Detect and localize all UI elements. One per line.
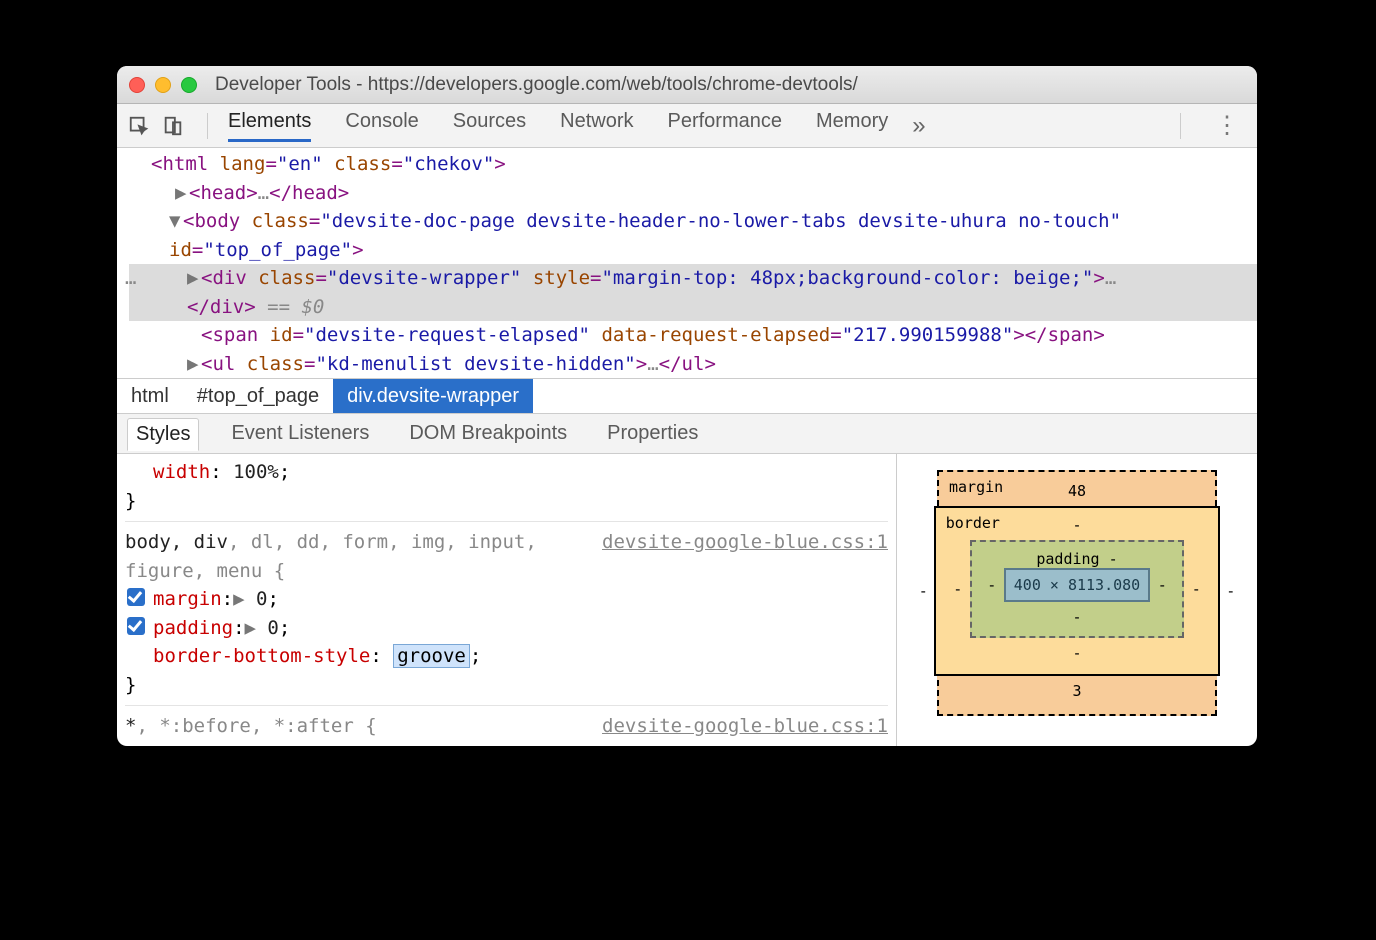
css-value-input[interactable]: groove [393,644,470,668]
dom-tree[interactable]: <html lang="en" class="chekov"> ▶<head>…… [117,148,1257,378]
tab-network[interactable]: Network [560,110,633,142]
devtools-window: Developer Tools - https://developers.goo… [117,66,1257,746]
tab-performance[interactable]: Performance [668,110,783,142]
border-left-value[interactable]: - [952,580,964,598]
dom-node-ul[interactable]: ▶<ul class="kd-menulist devsite-hidden">… [129,350,1257,379]
close-icon[interactable] [129,77,145,93]
breadcrumb-item[interactable]: #top_of_page [183,379,333,413]
minimize-icon[interactable] [155,77,171,93]
breadcrumb: html #top_of_page div.devsite-wrapper [117,378,1257,414]
padding-right-value[interactable]: - [1156,576,1168,594]
tab-sources[interactable]: Sources [453,110,526,142]
css-declaration[interactable]: margin:▶ 0; [125,585,888,614]
subtab-event-listeners[interactable]: Event Listeners [223,418,377,449]
box-model-padding[interactable]: padding - - 400 × 8113.080 - - [970,540,1184,638]
dom-node-body[interactable]: ▼<body class="devsite-doc-page devsite-h… [129,207,1257,236]
margin-label: margin [949,478,1003,496]
subtab-properties[interactable]: Properties [599,418,706,449]
style-rule[interactable]: width: 100%; } [125,458,888,522]
box-model-margin[interactable]: margin 48 - border - - padding - - [937,470,1217,716]
style-rule[interactable]: devsite-google-blue.css:1 body, div, dl,… [125,528,888,706]
dom-node-html[interactable]: <html lang="en" class="chekov"> [129,150,1257,179]
checkbox-icon[interactable] [127,617,145,635]
window-controls [129,77,197,93]
breadcrumb-item[interactable]: html [117,379,183,413]
dom-node-selected[interactable]: …▶<div class="devsite-wrapper" style="ma… [129,264,1257,321]
styles-pane[interactable]: width: 100%; } devsite-google-blue.css:1… [117,454,897,746]
panel-tabs: Elements Console Sources Network Perform… [228,110,888,142]
breadcrumb-item-selected[interactable]: div.devsite-wrapper [333,379,533,413]
tab-elements[interactable]: Elements [228,110,311,142]
css-source-link[interactable]: devsite-google-blue.css:1 [602,528,888,557]
margin-left-value[interactable]: - [919,582,928,600]
border-label: border [946,514,1000,532]
tab-console[interactable]: Console [345,110,418,142]
separator [207,113,208,139]
box-model-content[interactable]: 400 × 8113.080 [1004,568,1150,602]
overflow-tabs-icon[interactable]: » [912,112,925,140]
css-source-link[interactable]: devsite-google-blue.css:1 [602,712,888,741]
margin-bottom-value[interactable]: 3 [957,682,1197,700]
css-value[interactable]: 100% [233,461,279,483]
menu-kebab-icon[interactable]: ⋮ [1205,111,1249,140]
zoom-icon[interactable] [181,77,197,93]
dom-node-span[interactable]: <span id="devsite-request-elapsed" data-… [129,321,1257,350]
border-bottom-value[interactable]: - [952,644,1202,662]
dom-node-body-cont: id="top_of_page"> [129,236,1257,265]
padding-label: padding - [986,550,1168,568]
padding-left-value[interactable]: - [986,576,998,594]
separator [1180,113,1181,139]
titlebar[interactable]: Developer Tools - https://developers.goo… [117,66,1257,104]
box-model-pane[interactable]: margin 48 - border - - padding - - [897,454,1257,746]
style-rule[interactable]: devsite-google-blue.css:1 *, *:before, *… [125,712,888,746]
lower-pane: width: 100%; } devsite-google-blue.css:1… [117,454,1257,746]
sidebar-subtabs: Styles Event Listeners DOM Breakpoints P… [117,414,1257,454]
border-right-value[interactable]: - [1190,580,1202,598]
tab-memory[interactable]: Memory [816,110,888,142]
margin-right-value[interactable]: - [1226,582,1235,600]
padding-bottom-value[interactable]: - [986,608,1168,626]
main-toolbar: Elements Console Sources Network Perform… [117,104,1257,148]
checkbox-icon[interactable] [127,588,145,606]
css-declaration-editing[interactable]: border-bottom-style: groove; [125,642,888,671]
css-declaration[interactable]: box-sizing: inherit; [125,741,888,747]
device-toggle-icon[interactable] [159,115,187,137]
dom-node-head[interactable]: ▶<head>…</head> [129,179,1257,208]
subtab-styles[interactable]: Styles [127,418,199,451]
css-declaration[interactable]: padding:▶ 0; [125,614,888,643]
css-property[interactable]: width [153,461,210,483]
box-model-border[interactable]: border - - padding - - 400 × 8113.080 - [934,506,1220,676]
inspect-icon[interactable] [125,115,153,137]
window-title: Developer Tools - https://developers.goo… [215,74,858,96]
subtab-dom-breakpoints[interactable]: DOM Breakpoints [401,418,575,449]
